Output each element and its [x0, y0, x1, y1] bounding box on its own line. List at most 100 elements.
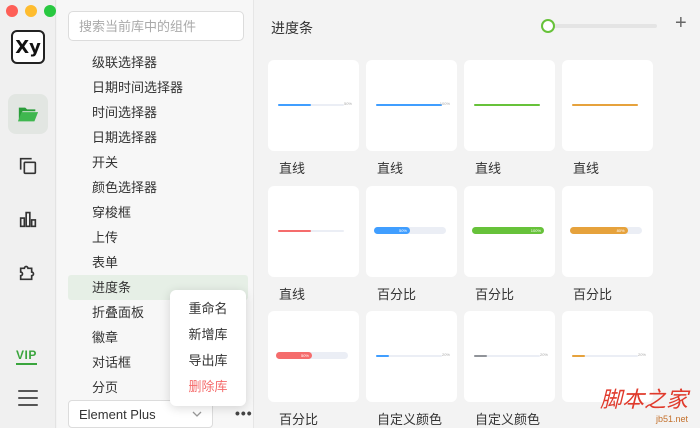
- card-label: 直线: [377, 161, 404, 176]
- progress-track: 20%: [572, 352, 646, 357]
- card-preview: 20%: [366, 311, 457, 402]
- card-preview: 100%: [366, 60, 457, 151]
- watermark: 脚本之家 jb51.net: [568, 382, 688, 424]
- progress-fill: 50%: [374, 227, 410, 234]
- progress-text: 50%: [398, 228, 407, 233]
- progress-text: 20%: [637, 352, 646, 357]
- search-input[interactable]: [79, 18, 255, 34]
- main-area: 进度条 + 50% 直线 100% 直线 直线 直线 直线 50% 百分比 100% 百分比 80% 百…: [255, 0, 700, 428]
- progress-fill: 80%: [570, 227, 628, 234]
- progress-text: 50%: [300, 353, 309, 358]
- component-card[interactable]: 50% 百分比: [268, 311, 359, 428]
- progress-text: 100%: [439, 101, 450, 106]
- component-card[interactable]: 20% 自定义颜色: [366, 311, 457, 428]
- progress-track: 20%: [376, 352, 450, 357]
- watermark-title: 脚本之家: [599, 388, 688, 413]
- component-card[interactable]: 50% 百分比: [366, 186, 457, 303]
- component-list-item[interactable]: 开关: [68, 150, 248, 175]
- add-button[interactable]: +: [675, 12, 687, 35]
- card-label: 直线: [573, 161, 600, 176]
- card-preview: 100%: [464, 186, 555, 277]
- progress-track: 80%: [570, 227, 642, 234]
- progress-fill: [474, 355, 488, 357]
- progress-fill: [572, 355, 586, 357]
- zoom-window-button[interactable]: [44, 5, 56, 17]
- progress-fill: [376, 355, 390, 357]
- card-preview: 50%: [268, 60, 359, 151]
- progress-track: 100%: [472, 227, 544, 234]
- card-label: 直线: [279, 161, 306, 176]
- progress-track: 50%: [276, 352, 348, 359]
- chart-icon[interactable]: [8, 199, 48, 239]
- progress-fill: [278, 230, 311, 232]
- card-preview: 80%: [562, 186, 653, 277]
- zoom-slider[interactable]: [541, 19, 657, 33]
- card-label: 百分比: [377, 287, 417, 302]
- more-options-button[interactable]: •••: [235, 405, 253, 421]
- card-preview: 50%: [268, 311, 359, 402]
- card-preview: [268, 186, 359, 277]
- component-list-item[interactable]: 上传: [68, 225, 248, 250]
- new-library-menu-item[interactable]: 新增库: [170, 322, 246, 348]
- zoom-slider-handle[interactable]: [541, 19, 555, 33]
- watermark-url: jb51.net: [655, 414, 688, 424]
- progress-fill: [278, 104, 311, 106]
- progress-track: 50%: [278, 101, 352, 106]
- card-label: 百分比: [573, 287, 613, 302]
- component-card[interactable]: 100% 直线: [366, 60, 457, 177]
- progress-track: [474, 104, 540, 106]
- library-select-value: Element Plus: [79, 406, 156, 422]
- card-preview: [562, 60, 653, 151]
- card-label: 百分比: [279, 412, 319, 427]
- component-list-item[interactable]: 颜色选择器: [68, 175, 248, 200]
- icon-rail: Xy VIP: [0, 0, 56, 428]
- component-card[interactable]: 20% 自定义颜色: [464, 311, 555, 428]
- progress-text: 20%: [441, 352, 450, 357]
- vip-badge[interactable]: VIP: [16, 348, 37, 365]
- app-logo: Xy: [11, 30, 45, 64]
- card-preview: [464, 60, 555, 151]
- search-box[interactable]: [68, 11, 255, 41]
- progress-fill: [474, 104, 540, 106]
- progress-track: [278, 230, 344, 232]
- rename-menu-item[interactable]: 重命名: [170, 296, 246, 322]
- progress-text: 20%: [539, 352, 548, 357]
- progress-track: 100%: [376, 101, 450, 106]
- card-label: 直线: [279, 287, 306, 302]
- component-list-item[interactable]: 时间选择器: [68, 100, 248, 125]
- minimize-window-button[interactable]: [25, 5, 37, 17]
- progress-track: [572, 104, 638, 106]
- component-card[interactable]: 直线: [464, 60, 555, 177]
- window-controls: [6, 5, 56, 17]
- delete-library-menu-item[interactable]: 删除库: [170, 374, 246, 400]
- card-label: 自定义颜色: [475, 412, 541, 427]
- component-card[interactable]: 80% 百分比: [562, 186, 653, 303]
- component-card[interactable]: 直线: [562, 60, 653, 177]
- card-preview: 20%: [464, 311, 555, 402]
- export-library-menu-item[interactable]: 导出库: [170, 348, 246, 374]
- progress-text: 100%: [530, 228, 541, 233]
- card-label: 自定义颜色: [377, 412, 443, 427]
- component-card[interactable]: 100% 百分比: [464, 186, 555, 303]
- close-window-button[interactable]: [6, 5, 18, 17]
- component-card[interactable]: 50% 直线: [268, 60, 359, 177]
- progress-fill: 100%: [472, 227, 544, 234]
- library-context-menu: 重命名 新增库 导出库 删除库: [170, 290, 246, 406]
- menu-icon[interactable]: [18, 390, 38, 406]
- component-card[interactable]: 直线: [268, 186, 359, 303]
- component-list-item[interactable]: 级联选择器: [68, 50, 248, 75]
- component-list-item[interactable]: 日期时间选择器: [68, 75, 248, 100]
- folder-open-icon[interactable]: [8, 94, 48, 134]
- card-label: 百分比: [475, 287, 515, 302]
- progress-text: 50%: [343, 101, 352, 106]
- copy-icon[interactable]: [8, 146, 48, 186]
- progress-fill: [376, 104, 442, 106]
- chevron-down-icon: [192, 411, 202, 417]
- component-list-item[interactable]: 日期选择器: [68, 125, 248, 150]
- card-preview: 50%: [366, 186, 457, 277]
- progress-fill: 50%: [276, 352, 312, 359]
- component-list-item[interactable]: 穿梭框: [68, 200, 248, 225]
- component-list-item[interactable]: 表单: [68, 250, 248, 275]
- puzzle-icon[interactable]: [8, 252, 48, 292]
- page-title: 进度条: [271, 20, 313, 36]
